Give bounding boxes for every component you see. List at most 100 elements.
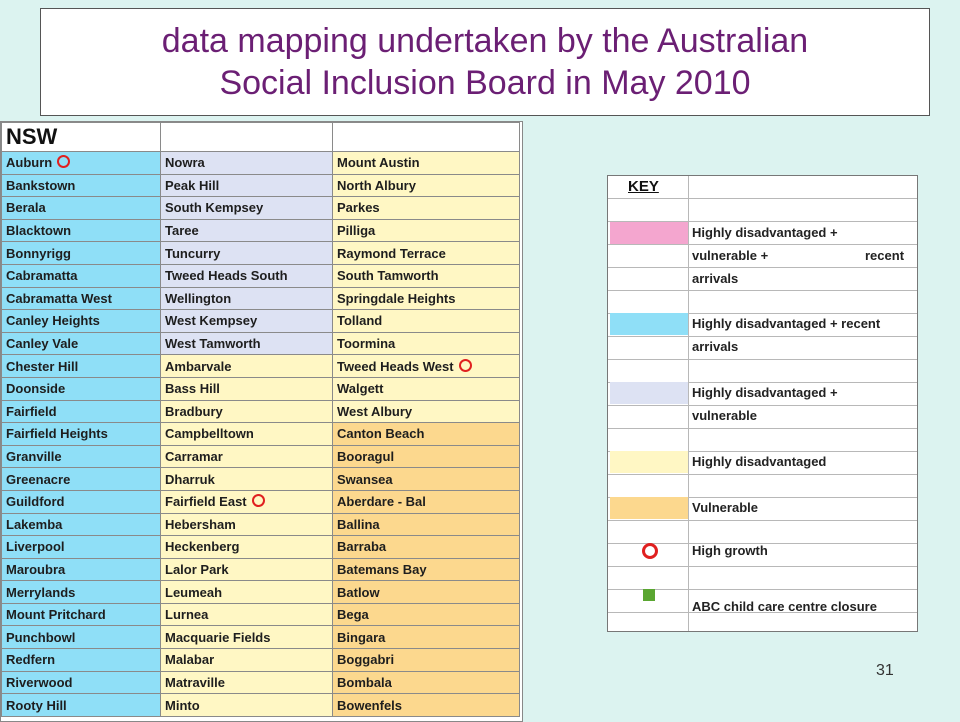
table-cell: Parkes: [332, 196, 520, 220]
table-cell: Springdale Heights: [332, 286, 520, 311]
suburb-name: Doonside: [6, 381, 66, 397]
table-row: Lakemba Hebersham Ballina: [1, 512, 520, 537]
table-row: Granville Carramar Booragul: [1, 444, 520, 469]
key-pink-line2a: vulnerable +: [692, 248, 769, 263]
table-cell: Macquarie Fields: [160, 625, 333, 650]
suburb-name: Bingara: [337, 629, 386, 645]
suburb-name: Bombala: [337, 674, 392, 690]
key-title: KEY: [628, 178, 659, 195]
suburb-name: Bowenfels: [337, 697, 403, 713]
suburb-name: Bankstown: [6, 177, 76, 193]
table-cell: Guildford: [1, 489, 161, 514]
table-cell: Leumeah: [160, 580, 333, 604]
suburb-name: Fairfield East: [165, 494, 247, 510]
table-cell: Canley Vale: [1, 331, 161, 356]
table-row: Bankstown Peak Hill North Albury: [1, 173, 520, 198]
suburb-name: Chester Hill: [6, 358, 79, 374]
table-cell: Fairfield: [1, 399, 161, 424]
suburb-name: Ambarvale: [165, 358, 232, 374]
table-cell: Cabramatta: [1, 263, 161, 288]
suburb-name: Campbelltown: [165, 426, 254, 442]
high-growth-ring-icon: [251, 494, 265, 508]
table-row: Fairfield Bradbury West Albury: [1, 399, 520, 424]
suburb-name: Swansea: [337, 471, 393, 487]
suburb-name: Booragul: [337, 449, 395, 465]
table-row: Merrylands Leumeah Batlow: [1, 580, 520, 604]
suburb-name: Tolland: [337, 313, 383, 329]
suburb-name: Taree: [165, 223, 199, 239]
table-cell: Blacktown: [1, 218, 161, 243]
suburb-name: Mount Pritchard: [6, 607, 106, 623]
slide-title-line1: data mapping undertaken by the Australia…: [161, 22, 809, 60]
table-cell: West Kempsey: [160, 309, 333, 333]
table-cell: South Tamworth: [332, 263, 520, 288]
key-yellow: Highly disadvantaged: [692, 454, 827, 469]
suburb-name: Lalor Park: [165, 561, 229, 577]
suburb-name: Barraba: [337, 539, 387, 555]
suburb-name: Riverwood: [6, 674, 73, 690]
table-cell: Bass Hill: [160, 376, 333, 401]
suburb-name: Tuncurry: [165, 245, 221, 261]
table-cell: Tuncurry: [160, 241, 333, 265]
table-cell: Boggabri: [332, 648, 520, 672]
key-square: ABC child care centre closure: [692, 599, 877, 614]
table-cell: Auburn: [1, 151, 161, 175]
table-row: Canley Heights West Kempsey Tolland: [1, 309, 520, 333]
table-cell: Fairfield East: [160, 489, 333, 514]
suburb-name: Tweed Heads South: [165, 268, 288, 284]
key-blue-line1: Highly disadvantaged + recent: [692, 316, 881, 331]
table-cell: Heckenberg: [160, 535, 333, 559]
table-row: Guildford Fairfield East Aberdare - Bal: [1, 489, 520, 514]
key-ring: High growth: [692, 543, 768, 558]
suburb-name: Peak Hill: [165, 177, 220, 193]
table-cell: Peak Hill: [160, 173, 333, 198]
table-row: Cabramatta Tweed Heads South South Tamwort…: [1, 263, 520, 288]
nsw-table: NSW Auburn Nowra Mount Austin Bankstown Peak…: [1, 122, 520, 717]
page-number: 31: [876, 662, 894, 679]
table-cell: Mount Pritchard: [1, 602, 161, 627]
suburb-name: Fairfield: [6, 403, 57, 419]
table-cell: Canley Heights: [1, 309, 161, 333]
table-cell: Berala: [1, 196, 161, 220]
suburb-name: Greenacre: [6, 471, 71, 487]
suburb-name: Batemans Bay: [337, 561, 427, 577]
table-cell: Matraville: [160, 670, 333, 695]
suburb-name: Guildford: [6, 494, 65, 510]
table-cell: Rooty Hill: [1, 693, 161, 717]
table-row: Redfern Malabar Boggabri: [1, 648, 520, 672]
table-row: Canley Vale West Tamworth Toormina: [1, 331, 520, 356]
suburb-name: Lurnea: [165, 607, 209, 623]
table-cell: Bowenfels: [332, 693, 520, 717]
table-row: Chester Hill Ambarvale Tweed Heads West: [1, 354, 520, 378]
table-cell: Redfern: [1, 648, 161, 672]
suburb-name: Springdale Heights: [337, 290, 456, 306]
table-row: Greenacre Dharruk Swansea: [1, 467, 520, 491]
suburb-name: Aberdare - Bal: [337, 494, 426, 510]
key-lavender-line2: vulnerable: [692, 408, 758, 423]
table-cell: Ballina: [332, 512, 520, 537]
suburb-name: Blacktown: [6, 223, 72, 239]
table-header-row: NSW: [1, 122, 520, 152]
table-cell: Chester Hill: [1, 354, 161, 378]
table-cell: North Albury: [332, 173, 520, 198]
table-cell: Nowra: [160, 151, 333, 175]
suburb-name: Wellington: [165, 290, 232, 306]
table-cell: Ambarvale: [160, 354, 333, 378]
table-cell: West Albury: [332, 399, 520, 424]
table-cell: Lakemba: [1, 512, 161, 537]
suburb-name: Boggabri: [337, 652, 395, 668]
swatch-yellow: [610, 451, 688, 473]
suburb-name: West Albury: [337, 403, 413, 419]
table-cell: Tweed Heads South: [160, 263, 333, 288]
suburb-name: Canley Heights: [6, 313, 100, 329]
table-row: Auburn Nowra Mount Austin: [1, 151, 520, 175]
key-legend: KEY Highly disadvantaged + vulnerable + …: [607, 175, 918, 632]
suburb-name: Hebersham: [165, 516, 236, 532]
key-lavender-line1: Highly disadvantaged +: [692, 385, 838, 400]
key-pink-line2b: recent: [865, 248, 905, 263]
suburb-name: Auburn: [6, 155, 53, 171]
closure-square-icon: [643, 589, 655, 601]
high-growth-ring-icon: [642, 543, 658, 559]
suburb-name: Berala: [6, 200, 46, 216]
suburb-name: Canley Vale: [6, 336, 79, 352]
